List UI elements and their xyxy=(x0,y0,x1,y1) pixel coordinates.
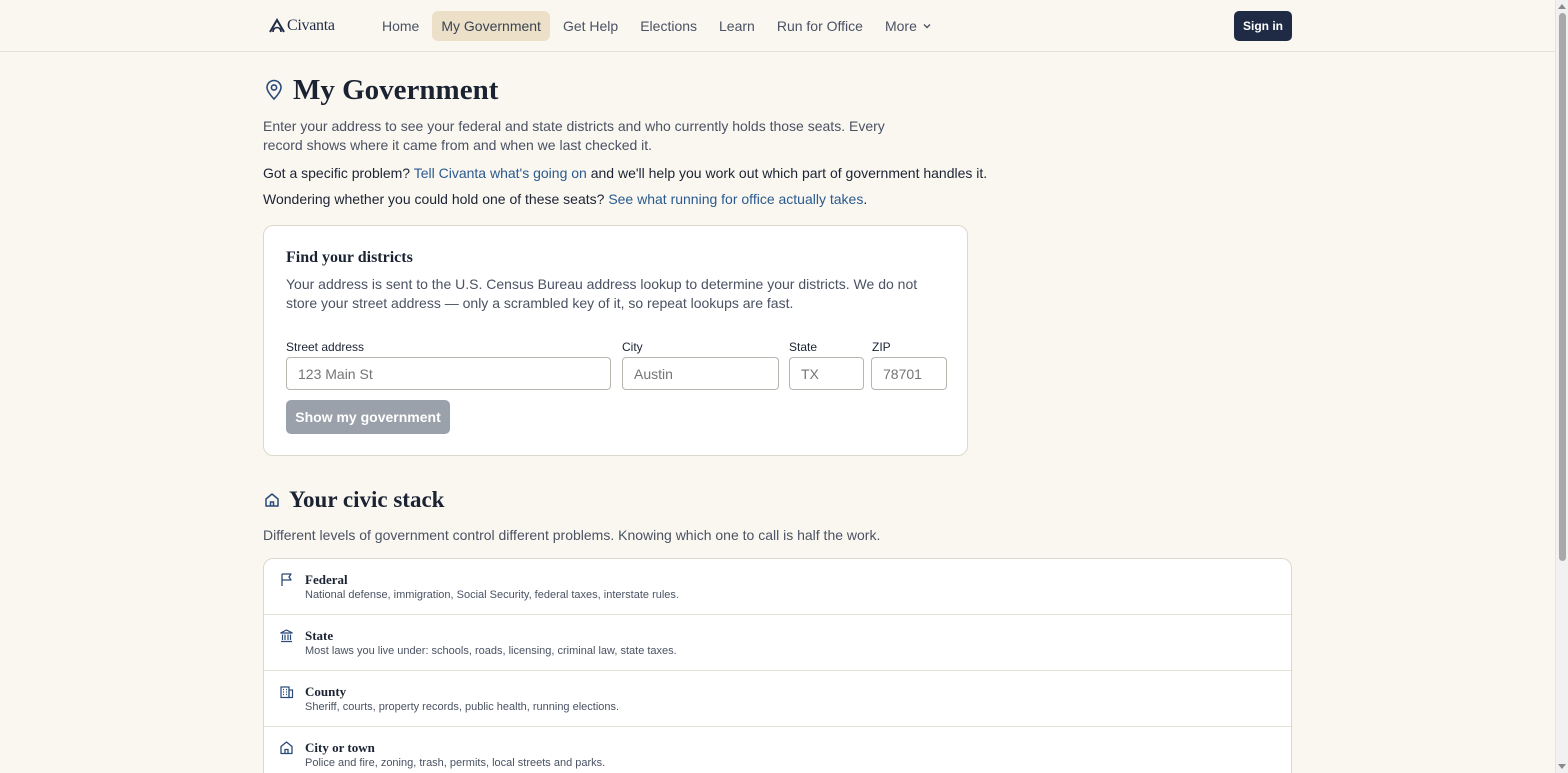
nav-get-help[interactable]: Get Help xyxy=(554,11,627,41)
map-pin-icon xyxy=(266,79,282,101)
page-scrollbar[interactable] xyxy=(1555,0,1568,773)
problem-line: Got a specific problem? Tell Civanta wha… xyxy=(263,165,1293,181)
nav-home[interactable]: Home xyxy=(373,11,428,41)
flag-icon xyxy=(281,573,292,586)
chevron-down-icon xyxy=(923,24,931,29)
page-title-row: My Government xyxy=(263,72,1293,108)
problem-suffix: and we'll help you work out which part o… xyxy=(586,165,988,181)
find-districts-card: Find your districts Your address is sent… xyxy=(263,225,968,456)
civic-level-desc: National defense, immigration, Social Se… xyxy=(305,589,679,601)
civic-level-name: State xyxy=(305,628,334,643)
scrollbar-thumb[interactable] xyxy=(1559,13,1566,561)
zip-label: ZIP xyxy=(872,340,891,354)
civic-stack-title: Your civic stack xyxy=(289,487,445,512)
civic-level-name: County xyxy=(305,684,347,699)
nav-my-government[interactable]: My Government xyxy=(432,11,550,41)
civic-level-city: City or town Police and fire, zoning, tr… xyxy=(264,727,1291,773)
tell-civanta-link[interactable]: Tell Civanta what's going on xyxy=(414,165,587,181)
building-icon xyxy=(280,686,294,699)
main-nav: Home My Government Get Help Elections Le… xyxy=(373,11,941,41)
page-title: My Government xyxy=(293,73,499,106)
civic-stack-description: Different levels of government control d… xyxy=(263,527,881,543)
state-input[interactable] xyxy=(789,357,864,390)
scroll-up-arrow[interactable] xyxy=(1558,4,1566,9)
run-line: Wondering whether you could hold one of … xyxy=(263,191,1293,207)
run-for-office-link[interactable]: See what running for office actually tak… xyxy=(608,191,863,207)
home-icon xyxy=(265,493,279,507)
sign-in-button[interactable]: Sign in xyxy=(1234,11,1292,41)
civanta-logo-icon xyxy=(269,18,285,33)
city-input[interactable] xyxy=(622,357,779,390)
scroll-down-arrow[interactable] xyxy=(1558,764,1566,769)
civic-level-name: City or town xyxy=(305,740,375,755)
street-label: Street address xyxy=(286,340,365,354)
nav-more[interactable]: More xyxy=(876,11,941,41)
show-my-government-button[interactable]: Show my government xyxy=(286,400,450,434)
nav-more-label: More xyxy=(884,18,917,34)
page-intro: Enter your address to see your federal a… xyxy=(263,118,885,153)
run-prefix: Wondering whether you could hold one of … xyxy=(263,191,609,207)
landmark-icon xyxy=(280,629,293,643)
main-content: My Government Enter your address to see … xyxy=(263,72,1293,773)
top-navigation: Civanta Home My Government Get Help Elec… xyxy=(0,0,1555,52)
civic-level-desc: Sheriff, courts, property records, publi… xyxy=(305,701,620,713)
civic-level-county: County Sheriff, courts, property records… xyxy=(264,671,1291,727)
city-label: City xyxy=(622,340,643,354)
civic-level-state: State Most laws you live under: schools,… xyxy=(264,615,1291,671)
state-label: State xyxy=(789,340,818,354)
civic-stack-title-row: Your civic stack xyxy=(263,486,444,514)
nav-learn[interactable]: Learn xyxy=(710,11,764,41)
civic-level-name: Federal xyxy=(305,572,348,587)
problem-prefix: Got a specific problem? xyxy=(263,165,414,181)
home-icon xyxy=(280,741,293,755)
civic-level-desc: Police and fire, zoning, trash, permits,… xyxy=(305,757,606,769)
logo[interactable]: Civanta xyxy=(268,14,335,38)
nav-elections[interactable]: Elections xyxy=(631,11,706,41)
run-suffix: . xyxy=(863,191,868,207)
nav-run-for-office[interactable]: Run for Office xyxy=(768,11,872,41)
civic-level-desc: Most laws you live under: schools, roads… xyxy=(305,645,677,657)
civic-stack-list: Federal National defense, immigration, S… xyxy=(263,558,1292,773)
find-districts-title: Find your districts xyxy=(286,249,413,266)
zip-input[interactable] xyxy=(871,357,947,390)
brand-name: Civanta xyxy=(287,17,335,34)
civic-level-federal: Federal National defense, immigration, S… xyxy=(264,559,1291,615)
street-address-input[interactable] xyxy=(286,357,611,390)
find-districts-description: Your address is sent to the U.S. Census … xyxy=(286,276,918,311)
